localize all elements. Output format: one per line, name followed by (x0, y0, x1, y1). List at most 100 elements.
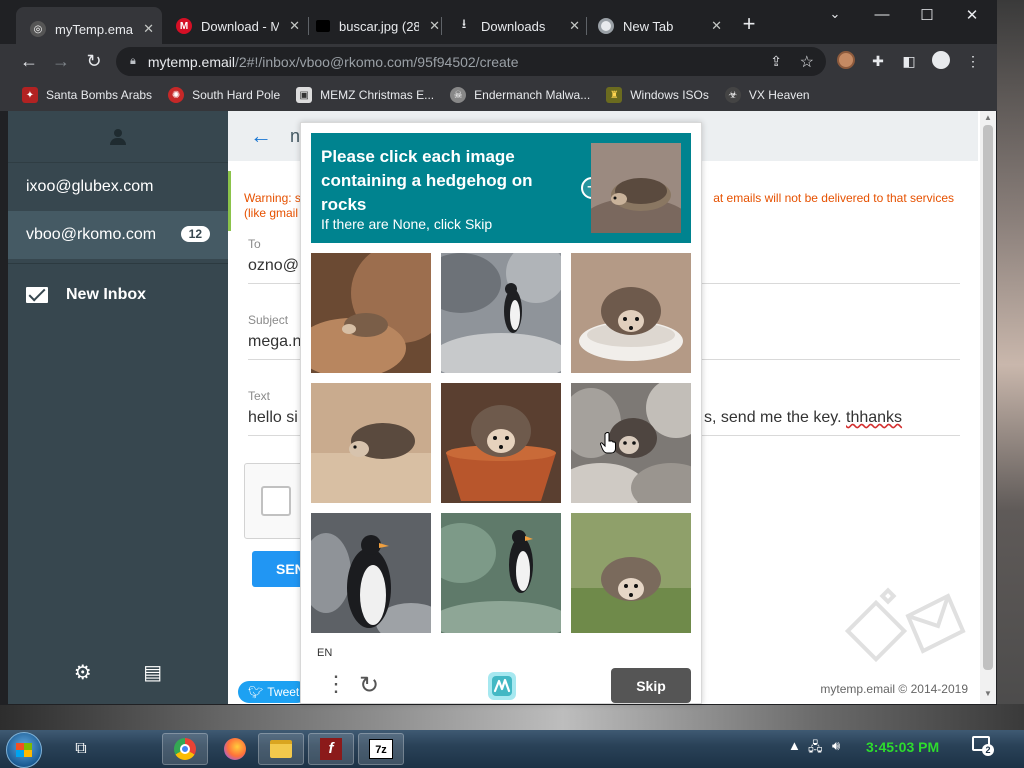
network-icon[interactable]: 🖧︎ (808, 738, 823, 760)
url-host: mytemp.email (147, 53, 235, 70)
notification-count: 2 (982, 744, 994, 756)
twitter-bird-icon: 🐦︎ (248, 685, 264, 699)
language-selector[interactable]: EN (317, 647, 332, 659)
sidebar-footer: ⚙ ▤ (8, 640, 228, 704)
extensions-icon[interactable]: ✚ (868, 51, 888, 71)
bookmark-star-icon[interactable]: ☆ (800, 52, 814, 72)
forward-button[interactable]: → (50, 50, 72, 72)
sidebar: ixoo@glubex.com vboo@rkomo.com 12 New In… (8, 111, 228, 704)
address-bar[interactable]: 🔒︎ mytemp.email/2#!/inbox/vboo@rkomo.com… (116, 47, 826, 76)
sidebar-account-ixoo[interactable]: ixoo@glubex.com (8, 163, 228, 211)
menu-kebab-icon[interactable]: ⋮ (963, 51, 983, 71)
bookmark-south-pole[interactable]: ✺ South Hard Pole (168, 87, 280, 103)
example-image (591, 143, 681, 233)
system-clock[interactable]: 3:45:03 PM (866, 739, 939, 755)
minimize-button[interactable]: — (872, 6, 892, 23)
challenge-image-7[interactable] (311, 513, 431, 633)
scroll-up-arrow-icon[interactable]: ▲ (983, 113, 993, 125)
profile-avatar[interactable] (836, 51, 856, 71)
challenge-image-9[interactable] (571, 513, 691, 633)
notification-center-icon[interactable]: 2 (972, 736, 994, 756)
account-email: vboo@rkomo.com (26, 226, 157, 243)
contact-card-icon[interactable]: ▤ (143, 660, 162, 685)
bookmark-windows-isos[interactable]: ♜ Windows ISOs (606, 87, 709, 103)
tab-search-icon[interactable]: ⌄ (825, 6, 845, 22)
user-icon[interactable] (8, 111, 228, 163)
folder-icon: ♜ (606, 87, 623, 103)
bookmark-santa[interactable]: ✦ Santa Bombs Arabs (22, 87, 152, 103)
hcaptcha-challenge: Please click each image containing a hed… (300, 122, 702, 704)
account-email: ixoo@glubex.com (26, 178, 154, 195)
menu-dots-icon[interactable]: ⋮ (325, 673, 347, 695)
unread-badge: 12 (180, 226, 210, 242)
challenge-image-5[interactable] (441, 383, 561, 503)
tab-buscar[interactable]: buscar.jpg (28 ✕ (302, 9, 448, 43)
hcaptcha-logo-icon[interactable] (485, 669, 519, 703)
skull-icon: ☠ (450, 87, 467, 103)
refresh-icon[interactable]: ↻ (359, 671, 379, 700)
bookmark-memz[interactable]: ▣ MEMZ Christmas E... (296, 87, 434, 103)
volume-icon[interactable]: 🔊︎ (832, 738, 840, 754)
settings-gear-icon[interactable]: ⚙ (74, 660, 92, 685)
chrome-icon[interactable] (162, 733, 208, 765)
flash-icon[interactable]: f (308, 733, 354, 765)
tab-download[interactable]: M Download - M ✕ (162, 9, 308, 43)
challenge-image-3[interactable] (571, 253, 691, 373)
maximize-button[interactable]: ☐ (917, 6, 937, 24)
image-favicon-icon (316, 20, 330, 32)
bookmarks-bar: ✦ Santa Bombs Arabs ✺ South Hard Pole ▣ … (0, 79, 997, 111)
windows-taskbar: ⧉ f 7z ▲ 🖧︎ 🔊︎ 3:45:03 PM 2 (0, 730, 1024, 768)
warning-left: Warning: s (244, 191, 301, 205)
mytemp-logo-watermark-icon (844, 587, 966, 663)
page-scrollbar[interactable]: ▲ ▼ (980, 111, 996, 704)
explorer-icon[interactable] (258, 733, 304, 765)
account-icon[interactable] (931, 51, 951, 71)
close-icon[interactable]: ✕ (429, 18, 440, 34)
close-icon[interactable]: ✕ (711, 18, 722, 34)
challenge-image-6[interactable] (571, 383, 691, 503)
tweet-button[interactable]: 🐦︎ Tweet (238, 681, 308, 703)
santa-icon: ✦ (22, 87, 38, 103)
scroll-down-arrow-icon[interactable]: ▼ (983, 689, 993, 701)
challenge-image-1[interactable] (311, 253, 431, 373)
tab-newtab[interactable]: New Tab ✕ (584, 9, 730, 43)
close-window-button[interactable]: ✕ (962, 6, 982, 24)
side-panel-icon[interactable]: ◧ (899, 51, 919, 71)
browser-toolbar: ← → ↻ 🔒︎ mytemp.email/2#!/inbox/vboo@rko… (0, 44, 997, 79)
challenge-prompt: Please click each image containing a hed… (311, 133, 691, 243)
skip-button[interactable]: Skip (611, 668, 691, 703)
tab-title: Downloads (481, 18, 546, 34)
virus-icon: ✺ (168, 87, 185, 103)
chrome-favicon-icon (598, 18, 614, 34)
download-icon: ⭳ (461, 16, 467, 31)
new-tab-button[interactable]: + (739, 13, 759, 36)
7zip-icon[interactable]: 7z (358, 733, 404, 765)
bookmark-vx-heaven[interactable]: ☣ VX Heaven (724, 87, 810, 103)
close-icon[interactable]: ✕ (143, 21, 154, 37)
start-button[interactable] (6, 732, 42, 768)
image-icon: ▣ (296, 87, 313, 103)
challenge-image-2[interactable] (441, 253, 561, 373)
close-icon[interactable]: ✕ (569, 18, 580, 34)
challenge-image-4[interactable] (311, 383, 431, 503)
firefox-icon[interactable] (212, 733, 258, 765)
browser-window: ◎ myTemp.email ✕ M Download - M ✕ buscar… (0, 0, 997, 705)
desktop-wallpaper-strip (0, 704, 1024, 730)
bookmark-label: VX Heaven (748, 88, 810, 102)
misspelled-word: thhanks (846, 409, 903, 426)
bookmark-endermanch[interactable]: ☠ Endermanch Malwa... (450, 87, 590, 103)
tab-downloads[interactable]: ⭳ Downloads ✕ (442, 9, 588, 43)
task-view-icon[interactable]: ⧉ (58, 733, 104, 765)
back-button[interactable]: ← (18, 50, 40, 72)
new-inbox-button[interactable]: New Inbox (8, 264, 228, 326)
text-value-right: s, send me the key. (704, 409, 842, 426)
sidebar-account-vboo[interactable]: vboo@rkomo.com 12 (8, 211, 228, 259)
reload-button[interactable]: ↻ (83, 50, 105, 72)
captcha-checkbox[interactable] (261, 486, 291, 516)
close-icon[interactable]: ✕ (289, 18, 300, 34)
tray-overflow-icon[interactable]: ▲ (788, 738, 801, 753)
challenge-image-8[interactable] (441, 513, 561, 633)
back-arrow-icon[interactable]: ← (250, 123, 272, 149)
share-icon[interactable]: ⇪ (770, 53, 782, 70)
scroll-thumb[interactable] (983, 125, 993, 670)
